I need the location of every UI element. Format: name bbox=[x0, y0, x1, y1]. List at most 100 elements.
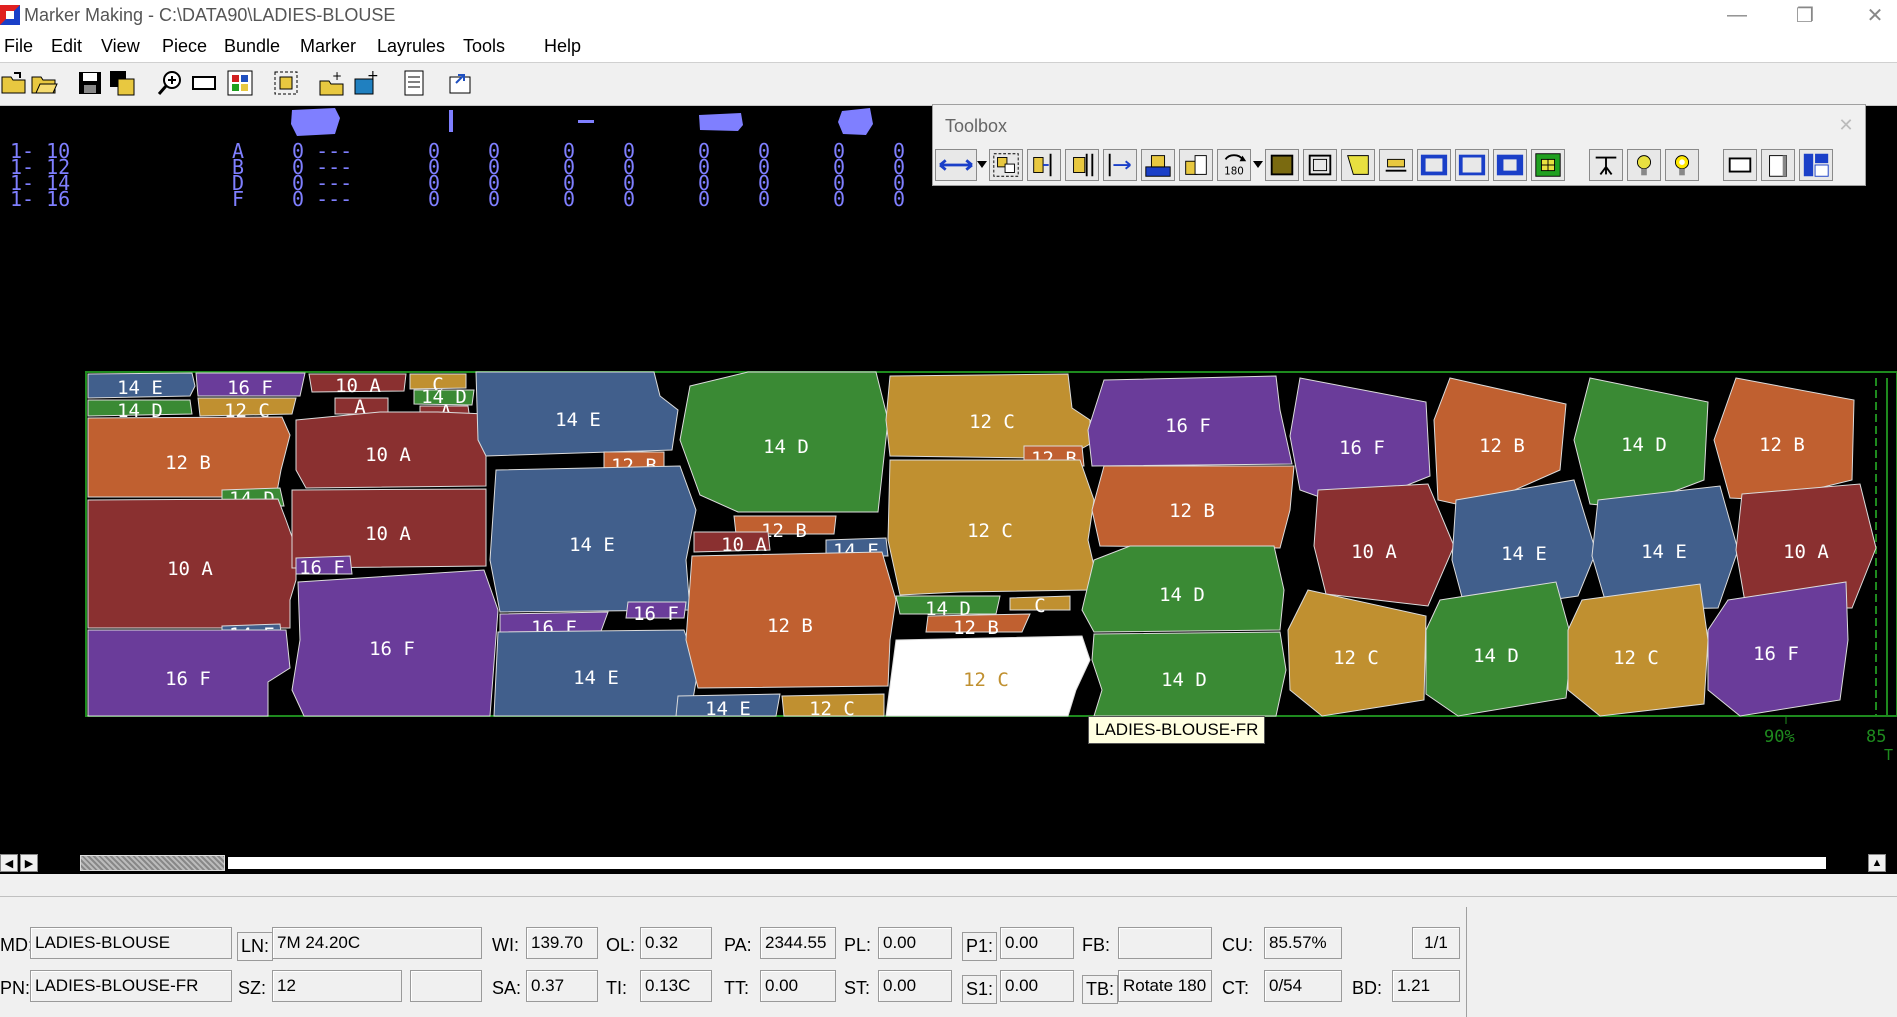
menu-file[interactable]: File bbox=[4, 36, 33, 57]
zoom-in-icon[interactable] bbox=[156, 69, 184, 97]
marker-piece[interactable]: 14 D bbox=[1573, 377, 1709, 509]
sz-field[interactable]: 12 bbox=[272, 970, 402, 1002]
scroll-left-button[interactable]: ◀ bbox=[0, 854, 18, 872]
marker-piece[interactable]: 12 B bbox=[1091, 465, 1295, 549]
dropdown-icon[interactable] bbox=[1252, 149, 1264, 181]
page-icon[interactable] bbox=[1761, 149, 1795, 181]
frame-small-icon[interactable] bbox=[1493, 149, 1527, 181]
menu-help[interactable]: Help bbox=[544, 36, 581, 57]
marker-piece[interactable]: 12 C bbox=[1287, 589, 1427, 717]
marker-piece[interactable]: 12 C bbox=[887, 459, 1095, 596]
scroll-up-button[interactable]: ▲ bbox=[1868, 854, 1886, 872]
add-piece-icon[interactable]: + bbox=[318, 69, 346, 97]
marker-piece[interactable]: 14 D bbox=[1081, 545, 1285, 633]
marker-piece[interactable]: 16 F bbox=[291, 569, 499, 717]
marker-piece[interactable]: 12 B bbox=[1713, 377, 1855, 501]
frame-center-icon[interactable] bbox=[1455, 149, 1489, 181]
horizontal-scrollbar[interactable]: ◀ ▶ ▲ bbox=[0, 852, 1897, 874]
piece-stack-icon[interactable] bbox=[1141, 149, 1175, 181]
wi-field[interactable]: 139.70 bbox=[526, 927, 598, 959]
marker-piece[interactable]: 12 B bbox=[925, 613, 1031, 639]
add-bundle-icon[interactable]: + bbox=[352, 69, 380, 97]
marker-piece[interactable]: 12 C bbox=[885, 635, 1091, 717]
marker-piece[interactable]: 14 D bbox=[1425, 581, 1573, 717]
fill-piece-icon[interactable] bbox=[1265, 149, 1299, 181]
report-icon[interactable] bbox=[400, 69, 428, 97]
frame-left-icon[interactable] bbox=[1417, 149, 1451, 181]
slide-right-icon[interactable] bbox=[1103, 149, 1137, 181]
marker-piece[interactable]: 12 C bbox=[1567, 583, 1709, 717]
restore-button[interactable]: ❐ bbox=[1776, 0, 1834, 30]
open-icon[interactable] bbox=[0, 69, 28, 97]
close-button[interactable]: ✕ bbox=[1846, 0, 1897, 30]
ln-field[interactable]: 7M 24.20C bbox=[272, 927, 482, 959]
marker-piece[interactable]: 14 D bbox=[679, 371, 889, 513]
marker-piece[interactable]: 14 E bbox=[493, 629, 699, 717]
ol-field[interactable]: 0.32 bbox=[640, 927, 712, 959]
marker-piece[interactable]: C bbox=[1009, 595, 1071, 617]
marker-piece[interactable]: 16 F bbox=[87, 629, 291, 717]
sz-extra-field[interactable] bbox=[410, 970, 482, 1002]
select-icon[interactable] bbox=[272, 69, 300, 97]
menu-piece[interactable]: Piece bbox=[162, 36, 207, 57]
marker-piece[interactable]: 12 C bbox=[781, 693, 885, 720]
marker-piece[interactable]: 16 F bbox=[295, 555, 353, 579]
rect-icon[interactable] bbox=[1723, 149, 1757, 181]
grid-icon[interactable] bbox=[1531, 149, 1565, 181]
fb-field[interactable] bbox=[1118, 927, 1212, 959]
p1-field[interactable]: 0.00 bbox=[1000, 927, 1074, 959]
group-icon[interactable] bbox=[989, 149, 1023, 181]
menu-view[interactable]: View bbox=[101, 36, 140, 57]
marker-piece[interactable]: 10 A bbox=[295, 411, 487, 489]
marker-piece[interactable]: 14 D bbox=[1091, 631, 1287, 717]
flag-icon[interactable] bbox=[1379, 149, 1413, 181]
rotate-90-icon[interactable] bbox=[1179, 149, 1213, 181]
bulb-on-icon[interactable] bbox=[1665, 149, 1699, 181]
move-arrows-icon[interactable] bbox=[935, 149, 977, 181]
marker-piece[interactable]: 16 F bbox=[1087, 375, 1293, 467]
ct-field[interactable]: 0/54 bbox=[1264, 970, 1342, 1002]
marker-piece[interactable]: 14 E bbox=[675, 693, 781, 720]
marker-piece[interactable]: 14 E bbox=[475, 371, 679, 457]
toolbox-close-button[interactable]: ✕ bbox=[1831, 113, 1861, 137]
scroll-thumb[interactable] bbox=[80, 855, 225, 871]
scroll-right-button[interactable]: ▶ bbox=[20, 854, 38, 872]
p1-label[interactable]: P1: bbox=[962, 932, 998, 961]
pl-field[interactable]: 0.00 bbox=[878, 927, 952, 959]
rotate-180-icon[interactable]: 180 bbox=[1217, 149, 1251, 181]
ln-label[interactable]: LN: bbox=[237, 932, 274, 961]
scroll-track[interactable] bbox=[228, 857, 1826, 869]
marker-piece[interactable]: 10 A bbox=[693, 531, 771, 556]
compass-icon[interactable] bbox=[1589, 149, 1623, 181]
menu-tools[interactable]: Tools bbox=[463, 36, 505, 57]
pa-field[interactable]: 2344.55 bbox=[760, 927, 836, 959]
st-field[interactable]: 0.00 bbox=[878, 970, 952, 1002]
fit-icon[interactable] bbox=[226, 69, 254, 97]
menu-layrules[interactable]: Layrules bbox=[377, 36, 445, 57]
menu-bundle[interactable]: Bundle bbox=[224, 36, 280, 57]
s1-label[interactable]: S1: bbox=[962, 975, 998, 1004]
outline-piece-icon[interactable] bbox=[1303, 149, 1337, 181]
save-icon[interactable] bbox=[76, 69, 104, 97]
tt-field[interactable]: 0.00 bbox=[760, 970, 836, 1002]
export-icon[interactable] bbox=[446, 69, 474, 97]
marker-piece[interactable]: 12 C bbox=[885, 373, 1091, 459]
marker-pieces[interactable]: 14 E 16 F 10 A C 14 D 12 C A 14 D A 12 B… bbox=[87, 371, 1877, 720]
butt-right-icon[interactable] bbox=[1065, 149, 1099, 181]
tb-field[interactable]: Rotate 180 bbox=[1118, 970, 1212, 1002]
pn-field[interactable]: LADIES-BLOUSE-FR bbox=[30, 970, 232, 1002]
marker-piece[interactable]: 10 A bbox=[1313, 483, 1455, 607]
marker-piece[interactable]: 12 B bbox=[87, 416, 291, 498]
bd-field[interactable]: 1.21 bbox=[1392, 970, 1460, 1002]
menu-edit[interactable]: Edit bbox=[51, 36, 82, 57]
tb-label[interactable]: TB: bbox=[1082, 975, 1119, 1004]
s1-field[interactable]: 0.00 bbox=[1000, 970, 1074, 1002]
sa-field[interactable]: 0.37 bbox=[526, 970, 598, 1002]
marker-piece[interactable]: 10 A bbox=[87, 498, 297, 629]
ti-field[interactable]: 0.13C bbox=[640, 970, 712, 1002]
marker-piece[interactable]: 10 A bbox=[308, 373, 407, 397]
marker-piece[interactable]: 16 F bbox=[625, 601, 687, 625]
marker-piece[interactable]: 12 B bbox=[685, 551, 897, 689]
zoom-window-icon[interactable] bbox=[190, 69, 218, 97]
marker-drawing[interactable]: 1- 10 A 0 --- 0 0 0 0 0 0 0 0 1- 12 B 0 … bbox=[0, 106, 1897, 852]
